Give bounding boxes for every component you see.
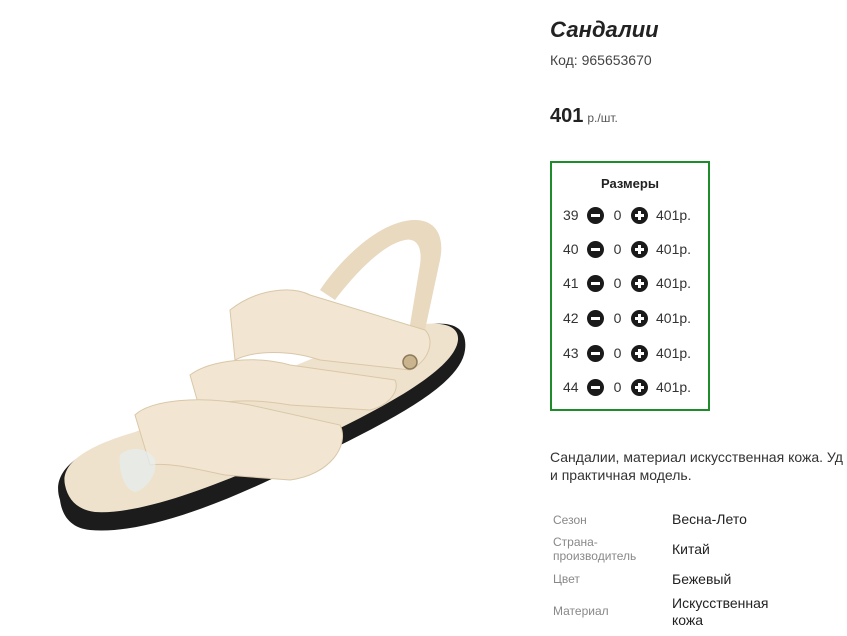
size-price: 401р. (656, 275, 692, 291)
decrease-quantity-button[interactable] (587, 309, 604, 327)
product-code: Код: 965653670 (550, 52, 652, 68)
price-value: 401 (550, 105, 584, 127)
product-info: Сандалии Код: 965653670 401 р./шт. Размер… (550, 0, 847, 636)
increase-quantity-button[interactable] (631, 240, 648, 258)
product-price: 401 р./шт. (550, 105, 618, 128)
product-image-area (0, 0, 530, 636)
size-price: 401р. (656, 207, 692, 223)
product-title: Сандалии (550, 17, 659, 42)
size-label: 44 (563, 379, 579, 395)
size-label: 42 (563, 310, 579, 326)
size-row: 43 0 401р. (563, 343, 691, 363)
size-price: 401р. (656, 241, 692, 257)
sizes-title: Размеры (601, 176, 659, 191)
quantity-value: 0 (613, 275, 622, 291)
decrease-quantity-button[interactable] (587, 378, 604, 396)
decrease-quantity-button[interactable] (587, 344, 604, 362)
property-label: Страна-производитель (553, 535, 637, 563)
increase-quantity-button[interactable] (631, 378, 648, 396)
size-label: 39 (563, 207, 579, 223)
property-label: Сезон (553, 513, 587, 527)
increase-quantity-button[interactable] (631, 206, 648, 224)
increase-quantity-button[interactable] (631, 309, 648, 327)
sizes-panel: Размеры 39 0 401р. 40 0 401р. 41 0 401р.… (550, 161, 710, 411)
decrease-quantity-button[interactable] (587, 240, 604, 258)
property-label: Цвет (553, 572, 580, 586)
property-label: Материал (553, 604, 609, 618)
property-value: Бежевый (672, 571, 732, 587)
increase-quantity-button[interactable] (631, 344, 648, 362)
sandal-strap-top (229, 289, 431, 371)
size-label: 40 (563, 241, 579, 257)
quantity-value: 0 (613, 207, 622, 223)
size-price: 401р. (656, 345, 692, 361)
price-unit: р./шт. (587, 111, 618, 125)
decrease-quantity-button[interactable] (587, 274, 604, 292)
property-value: Искусственная кожа (672, 595, 769, 628)
description-line: Сандалии, материал искусственная кожа. У… (550, 449, 843, 465)
size-price: 401р. (656, 310, 692, 326)
size-label: 41 (563, 275, 579, 291)
size-price: 401р. (656, 379, 692, 395)
quantity-value: 0 (613, 345, 622, 361)
quantity-value: 0 (613, 310, 622, 326)
size-row: 40 0 401р. (563, 239, 691, 259)
sandal-buckle (402, 354, 418, 370)
size-row: 42 0 401р. (563, 308, 691, 328)
decrease-quantity-button[interactable] (587, 206, 604, 224)
product-photo[interactable] (40, 200, 480, 540)
size-row: 44 0 401р. (563, 377, 691, 397)
property-value: Весна-Лето (672, 511, 747, 527)
size-row: 39 0 401р. (563, 205, 691, 225)
size-label: 43 (563, 345, 579, 361)
increase-quantity-button[interactable] (631, 274, 648, 292)
description-line: и практичная модель. (550, 467, 692, 483)
product-description: Сандалии, материал искусственная кожа. У… (550, 448, 847, 484)
property-value: Китай (672, 541, 710, 557)
quantity-value: 0 (613, 379, 622, 395)
quantity-value: 0 (613, 241, 622, 257)
size-row: 41 0 401р. (563, 273, 691, 293)
